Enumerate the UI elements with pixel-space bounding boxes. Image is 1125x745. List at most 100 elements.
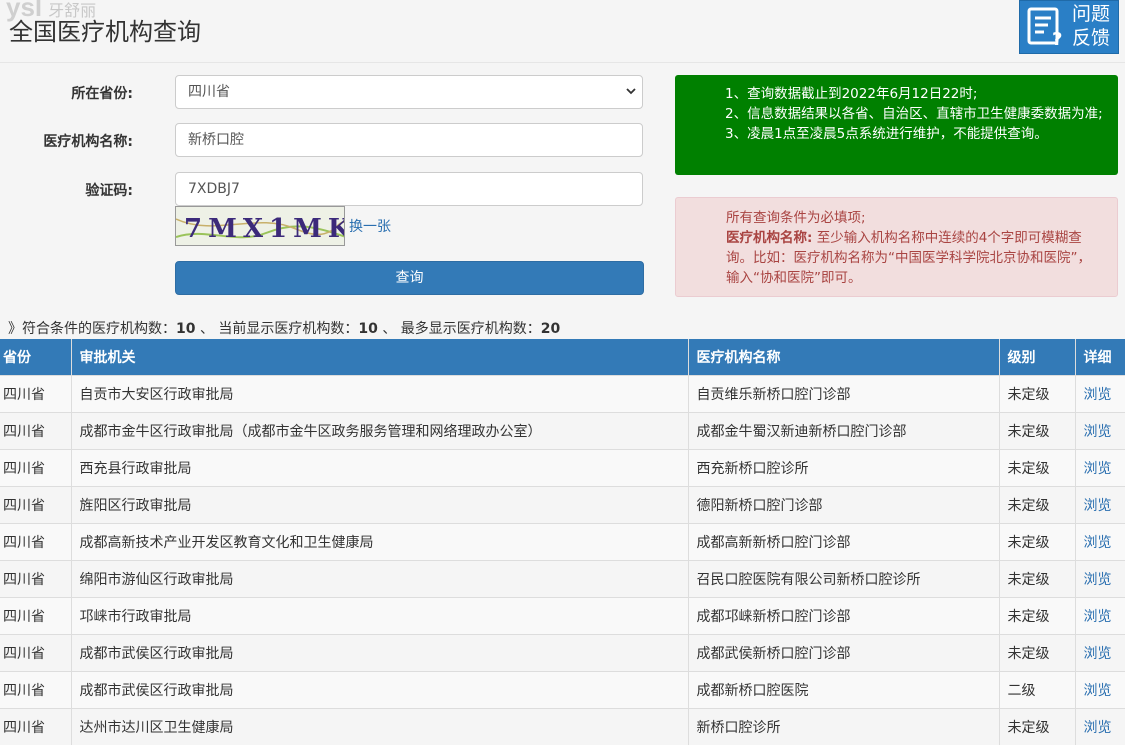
notice-line-2: 2、信息数据结果以各省、自治区、直辖市卫生健康委数据为准; [725, 104, 1104, 124]
results-table: 省份 审批机关 医疗机构名称 级别 详细 四川省自贡市大安区行政审批局自贡维乐新… [0, 339, 1125, 745]
svg-text:?: ? [1052, 29, 1062, 47]
cell-level: 二级 [999, 672, 1075, 709]
cell-authority: 成都市武侯区行政审批局 [71, 672, 688, 709]
cell-authority: 绵阳市游仙区行政审批局 [71, 561, 688, 598]
table-row: 四川省邛崃市行政审批局成都邛崃新桥口腔门诊部未定级浏览 [0, 598, 1125, 635]
summary-matched: 10 [176, 321, 195, 337]
province-value: 四川省 [188, 84, 230, 100]
detail-link[interactable]: 浏览 [1084, 572, 1112, 588]
table-row: 四川省绵阳市游仙区行政审批局召民口腔医院有限公司新桥口腔诊所未定级浏览 [0, 561, 1125, 598]
header-level: 级别 [999, 339, 1075, 376]
institution-input[interactable]: 新桥口腔 [175, 123, 643, 157]
summary-sep1: 、 当前显示医疗机构数： [200, 321, 358, 337]
captcha-image-text: 7MX1MK [184, 214, 345, 244]
feedback-button[interactable]: ? 问题反馈 [1019, 0, 1119, 54]
detail-link[interactable]: 浏览 [1084, 387, 1112, 403]
cell-detail: 浏览 [1075, 450, 1125, 487]
institution-row: 医疗机构名称: 新桥口腔 [0, 123, 660, 157]
table-row: 四川省成都市武侯区行政审批局成都武侯新桥口腔门诊部未定级浏览 [0, 635, 1125, 672]
summary-sep2: 、 最多显示医疗机构数： [382, 321, 540, 337]
detail-link[interactable]: 浏览 [1084, 646, 1112, 662]
cell-level: 未定级 [999, 450, 1075, 487]
cell-detail: 浏览 [1075, 524, 1125, 561]
cell-institution: 成都武侯新桥口腔门诊部 [688, 635, 999, 672]
cell-authority: 成都市武侯区行政审批局 [71, 635, 688, 672]
captcha-label: 验证码: [85, 180, 133, 200]
cell-detail: 浏览 [1075, 487, 1125, 524]
captcha-graphic: 7MX1MK [176, 207, 345, 246]
cell-province: 四川省 [0, 598, 71, 635]
captcha-input[interactable]: 7XDBJ7 [175, 172, 643, 206]
institution-label: 医疗机构名称: [43, 131, 133, 151]
notice-line-1: 1、查询数据截止到2022年6月12日22时; [725, 84, 1104, 104]
header-detail: 详细 [1075, 339, 1125, 376]
table-row: 四川省成都市金牛区行政审批局（成都市金牛区政务服务管理和网络理政办公室）成都金牛… [0, 413, 1125, 450]
result-summary: 》符合条件的医疗机构数：10 、 当前显示医疗机构数：10 、 最多显示医疗机构… [8, 318, 560, 338]
query-button[interactable]: 查询 [175, 261, 644, 295]
notice-info: 1、查询数据截止到2022年6月12日22时; 2、信息数据结果以各省、自治区、… [675, 75, 1118, 175]
refresh-captcha-link[interactable]: 换一张 [349, 216, 391, 236]
detail-link[interactable]: 浏览 [1084, 461, 1112, 477]
province-row: 所在省份: 四川省 [0, 75, 660, 109]
table-row: 四川省成都高新技术产业开发区教育文化和卫生健康局成都高新新桥口腔门诊部未定级浏览 [0, 524, 1125, 561]
cell-institution: 德阳新桥口腔门诊部 [688, 487, 999, 524]
cell-province: 四川省 [0, 672, 71, 709]
cell-province: 四川省 [0, 561, 71, 598]
summary-max: 20 [541, 321, 560, 337]
cell-detail: 浏览 [1075, 413, 1125, 450]
cell-level: 未定级 [999, 413, 1075, 450]
province-select[interactable]: 四川省 [175, 75, 643, 109]
cell-province: 四川省 [0, 376, 71, 413]
header-institution: 医疗机构名称 [688, 339, 999, 376]
table-header-row: 省份 审批机关 医疗机构名称 级别 详细 [0, 339, 1125, 376]
table-row: 四川省西充县行政审批局西充新桥口腔诊所未定级浏览 [0, 450, 1125, 487]
header-authority: 审批机关 [71, 339, 688, 376]
notice-required: 所有查询条件为必填项; 医疗机构名称: 至少输入机构名称中连续的4个字即可模糊查… [675, 197, 1118, 297]
captcha-image[interactable]: 7MX1MK [175, 206, 345, 246]
required-detail-label: 医疗机构名称: [726, 230, 812, 246]
cell-detail: 浏览 [1075, 561, 1125, 598]
province-label: 所在省份: [71, 83, 133, 103]
required-line: 所有查询条件为必填项; [726, 208, 1103, 228]
cell-detail: 浏览 [1075, 598, 1125, 635]
table-body: 四川省自贡市大安区行政审批局自贡维乐新桥口腔门诊部未定级浏览四川省成都市金牛区行… [0, 376, 1125, 745]
detail-link[interactable]: 浏览 [1084, 424, 1112, 440]
cell-level: 未定级 [999, 524, 1075, 561]
cell-institution: 召民口腔医院有限公司新桥口腔诊所 [688, 561, 999, 598]
cell-institution: 成都高新新桥口腔门诊部 [688, 524, 999, 561]
cell-institution: 西充新桥口腔诊所 [688, 450, 999, 487]
cell-authority: 自贡市大安区行政审批局 [71, 376, 688, 413]
cell-institution: 成都金牛蜀汉新迪新桥口腔门诊部 [688, 413, 999, 450]
cell-level: 未定级 [999, 635, 1075, 672]
header-province: 省份 [0, 339, 71, 376]
cell-province: 四川省 [0, 635, 71, 672]
cell-level: 未定级 [999, 487, 1075, 524]
detail-link[interactable]: 浏览 [1084, 609, 1112, 625]
document-question-icon: ? [1026, 7, 1066, 47]
chevron-down-icon [626, 86, 636, 96]
summary-prefix: 》符合条件的医疗机构数： [8, 321, 176, 337]
cell-level: 未定级 [999, 376, 1075, 413]
summary-shown: 10 [358, 321, 377, 337]
cell-authority: 成都高新技术产业开发区教育文化和卫生健康局 [71, 524, 688, 561]
detail-link[interactable]: 浏览 [1084, 720, 1112, 736]
cell-detail: 浏览 [1075, 635, 1125, 672]
cell-authority: 邛崃市行政审批局 [71, 598, 688, 635]
cell-province: 四川省 [0, 524, 71, 561]
page-header: ysl牙舒丽 全国医疗机构查询 ? 问题反馈 [0, 0, 1125, 63]
notice-line-3: 3、凌晨1点至凌晨5点系统进行维护，不能提供查询。 [725, 124, 1104, 144]
table-row: 四川省成都市武侯区行政审批局成都新桥口腔医院二级浏览 [0, 672, 1125, 709]
cell-level: 未定级 [999, 598, 1075, 635]
cell-level: 未定级 [999, 561, 1075, 598]
cell-authority: 成都市金牛区行政审批局（成都市金牛区政务服务管理和网络理政办公室） [71, 413, 688, 450]
detail-link[interactable]: 浏览 [1084, 498, 1112, 514]
captcha-row: 验证码: 7XDBJ7 [0, 172, 660, 206]
cell-province: 四川省 [0, 413, 71, 450]
cell-authority: 西充县行政审批局 [71, 450, 688, 487]
detail-link[interactable]: 浏览 [1084, 535, 1112, 551]
detail-link[interactable]: 浏览 [1084, 683, 1112, 699]
cell-detail: 浏览 [1075, 376, 1125, 413]
cell-detail: 浏览 [1075, 672, 1125, 709]
cell-institution: 成都邛崃新桥口腔门诊部 [688, 598, 999, 635]
table-row: 四川省自贡市大安区行政审批局自贡维乐新桥口腔门诊部未定级浏览 [0, 376, 1125, 413]
